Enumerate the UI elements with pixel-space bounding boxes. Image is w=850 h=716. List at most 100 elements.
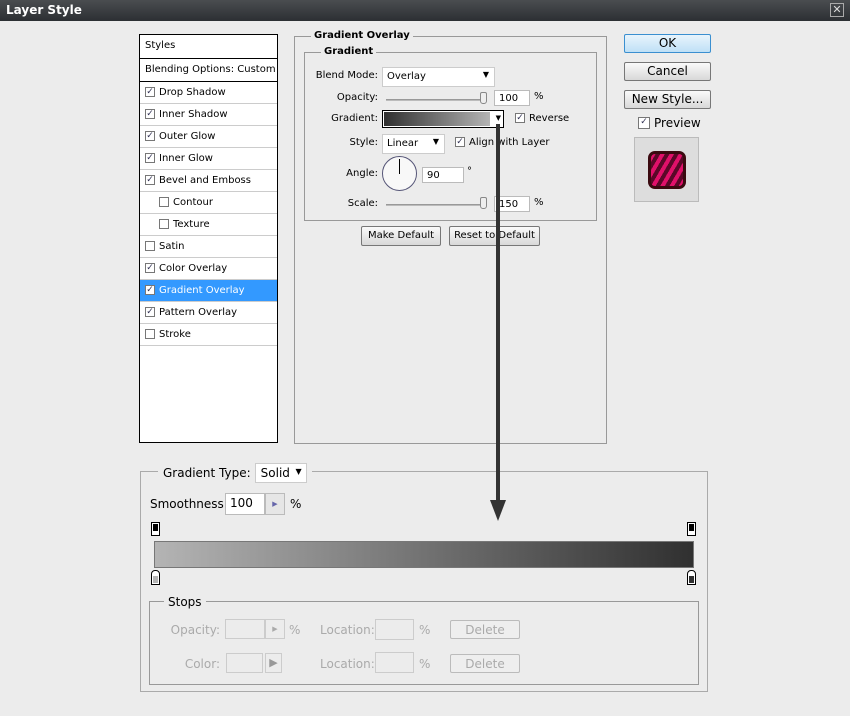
percent-label: % (534, 91, 544, 102)
window-title: Layer Style (6, 3, 82, 17)
style-item[interactable]: ✓ Bevel and Emboss (140, 170, 277, 192)
percent-label: % (534, 197, 544, 208)
style-item[interactable]: Satin (140, 236, 277, 258)
style-checkbox[interactable] (145, 241, 155, 251)
delete-color-stop-button[interactable]: Delete (450, 654, 520, 673)
styles-list: Styles Blending Options: Custom ✓ Drop Sh… (139, 34, 278, 443)
reverse-checkbox[interactable]: ✓ (515, 113, 525, 123)
new-style-button[interactable]: New Style... (624, 90, 711, 109)
style-label: Style: (349, 137, 379, 148)
style-value: Linear (387, 138, 419, 149)
cancel-button[interactable]: Cancel (624, 62, 711, 81)
stop-opacity-label: Opacity: (170, 623, 220, 637)
stop-color-label: Color: (184, 657, 220, 671)
stop-fill (153, 576, 158, 583)
chevron-down-icon: ▼ (482, 70, 489, 79)
style-item-label: Inner Glow (159, 153, 213, 164)
style-checkbox[interactable]: ✓ (145, 307, 155, 317)
style-item[interactable]: ✓ Outer Glow (140, 126, 277, 148)
stop-opacity-arrow-icon[interactable]: ▶ (265, 619, 285, 639)
reset-default-button[interactable]: Reset to Default (449, 226, 540, 246)
blend-mode-select[interactable]: Overlay ▼ (382, 67, 495, 87)
angle-needle (399, 159, 400, 174)
style-preview (634, 137, 699, 202)
style-checkbox[interactable]: ✓ (145, 285, 155, 295)
style-item[interactable]: ✓ Color Overlay (140, 258, 277, 280)
opacity-stop-left[interactable] (151, 522, 160, 536)
style-item-label: Pattern Overlay (159, 307, 238, 318)
degree-label: ° (467, 166, 472, 177)
style-item[interactable]: ✓ Inner Glow (140, 148, 277, 170)
styles-header[interactable]: Styles (140, 35, 277, 59)
scale-slider-thumb[interactable] (480, 197, 487, 209)
style-item[interactable]: ✓ Gradient Overlay (140, 280, 277, 302)
blending-options[interactable]: Blending Options: Custom (140, 59, 277, 82)
smoothness-arrow-icon[interactable]: ▶ (265, 493, 285, 515)
angle-label: Angle: (346, 168, 378, 179)
gradient-type-select[interactable]: Solid ▼ (254, 463, 307, 483)
opacity-slider[interactable] (386, 99, 486, 101)
preview-checkbox[interactable]: ✓ (638, 117, 650, 129)
style-select[interactable]: Linear ▼ (382, 134, 445, 154)
color-stop-left[interactable] (151, 570, 160, 585)
color-location-label: Location: (320, 657, 375, 671)
color-arrow-icon[interactable]: ▶ (265, 653, 282, 673)
gradient-swatch[interactable] (384, 112, 490, 126)
opacity-location-percent: % (419, 623, 431, 637)
ok-button[interactable]: OK (624, 34, 711, 53)
style-checkbox[interactable]: ✓ (145, 109, 155, 119)
gradient-bar[interactable] (154, 541, 694, 568)
opacity-stop-right[interactable] (687, 522, 696, 536)
style-checkbox[interactable]: ✓ (145, 263, 155, 273)
stops-title: Stops (164, 595, 206, 609)
style-checkbox[interactable] (159, 219, 169, 229)
preview-label: Preview (654, 116, 701, 130)
color-stop-right[interactable] (687, 570, 696, 585)
gradient-label: Gradient: (331, 113, 378, 124)
color-location-percent: % (419, 657, 431, 671)
opacity-location-label: Location: (320, 623, 375, 637)
style-item[interactable]: ✓ Drop Shadow (140, 82, 277, 104)
stop-fill (153, 524, 158, 531)
style-item-label: Outer Glow (159, 131, 216, 142)
blending-options-label: Blending Options: Custom (145, 64, 276, 75)
style-item[interactable]: ✓ Pattern Overlay (140, 302, 277, 324)
make-default-button[interactable]: Make Default (361, 226, 441, 246)
chevron-down-icon: ▼ (432, 137, 439, 146)
color-location-input[interactable] (375, 652, 414, 673)
opacity-input[interactable]: 100 (494, 90, 530, 106)
opacity-location-input[interactable] (375, 619, 414, 640)
chevron-down-icon: ▼ (295, 467, 302, 476)
style-item-label: Inner Shadow (159, 109, 228, 120)
scale-slider[interactable] (386, 204, 486, 206)
align-checkbox[interactable]: ✓ (455, 137, 465, 147)
opacity-slider-thumb[interactable] (480, 92, 487, 104)
gradient-type-value: Solid (260, 466, 290, 480)
close-button[interactable]: ✕ (830, 3, 844, 17)
style-item-label: Stroke (159, 329, 191, 340)
style-item[interactable]: ✓ Inner Shadow (140, 104, 277, 126)
angle-input[interactable]: 90 (422, 167, 464, 183)
stop-color-swatch[interactable] (226, 653, 263, 673)
style-item[interactable]: Contour (140, 192, 277, 214)
style-item[interactable]: Stroke (140, 324, 277, 346)
angle-dial[interactable] (382, 156, 417, 191)
style-checkbox[interactable]: ✓ (145, 153, 155, 163)
style-checkbox[interactable] (145, 329, 155, 339)
style-item[interactable]: Texture (140, 214, 277, 236)
gradient-picker[interactable]: ▼ (382, 110, 504, 128)
styles-header-label: Styles (145, 40, 176, 51)
style-checkbox[interactable]: ✓ (145, 87, 155, 97)
style-checkbox[interactable]: ✓ (145, 175, 155, 185)
delete-opacity-stop-button[interactable]: Delete (450, 620, 520, 639)
style-checkbox[interactable] (159, 197, 169, 207)
style-checkbox[interactable]: ✓ (145, 131, 155, 141)
group-title: Gradient (321, 46, 377, 57)
stop-opacity-percent: % (289, 623, 301, 637)
opacity-label: Opacity: (336, 92, 378, 103)
scale-input[interactable]: 150 (494, 196, 530, 212)
smoothness-input[interactable]: 100 (225, 493, 265, 515)
style-item-label: Bevel and Emboss (159, 175, 251, 186)
stop-opacity-input[interactable] (225, 619, 265, 639)
chevron-down-icon[interactable]: ▼ (496, 114, 501, 122)
